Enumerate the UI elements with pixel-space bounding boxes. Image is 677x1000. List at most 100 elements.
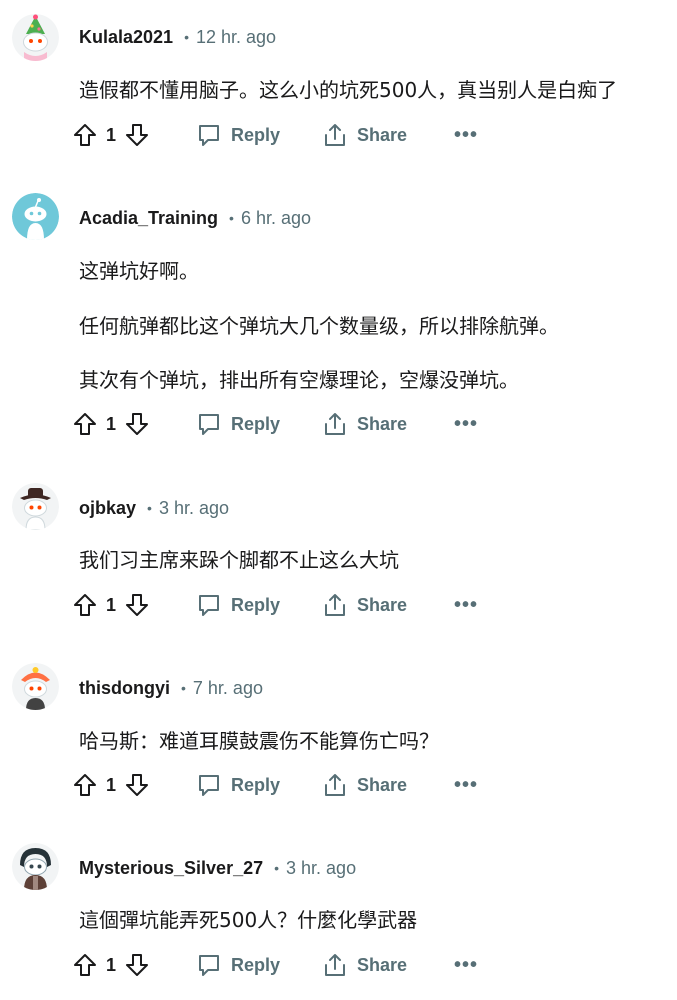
more-options-button[interactable]: ••• (453, 774, 479, 796)
reply-label: Reply (231, 594, 281, 615)
vote-score: 1 (105, 774, 116, 795)
comment-header: Kulala2021 • 12 hr. ago (79, 25, 276, 49)
timestamp[interactable]: 7 hr. ago (193, 678, 263, 699)
upvote-button[interactable] (70, 409, 100, 439)
comment-actions: 1 Reply Share ••• (70, 118, 479, 152)
avatar[interactable] (12, 663, 59, 710)
downvote-button[interactable] (122, 770, 152, 800)
snoo-avatar-icon (12, 193, 59, 240)
share-label: Share (357, 413, 408, 434)
more-options-button[interactable]: ••• (453, 954, 479, 976)
speech-bubble-icon (199, 955, 219, 976)
username[interactable]: Kulala2021 (79, 27, 173, 48)
snoo-avatar-icon (12, 663, 59, 710)
ellipsis-icon: ••• (454, 954, 479, 976)
share-label: Share (357, 124, 408, 145)
ellipsis-icon: ••• (454, 774, 479, 796)
reply-label: Reply (231, 954, 281, 975)
avatar[interactable] (12, 843, 59, 890)
comment-actions: 1 Reply Share ••• (70, 768, 479, 802)
username[interactable]: thisdongyi (79, 678, 170, 699)
comment-text: 这弹坑好啊。 (79, 259, 199, 283)
comment-header: ojbkay • 3 hr. ago (79, 496, 229, 520)
vote-score: 1 (105, 124, 116, 145)
speech-bubble-icon (199, 414, 219, 435)
snoo-avatar-icon (12, 843, 59, 890)
arrow-down-icon (126, 124, 148, 146)
reply-button[interactable]: Reply (196, 122, 280, 148)
share-button[interactable]: Share (322, 952, 407, 978)
more-options-button[interactable]: ••• (453, 413, 479, 435)
timestamp[interactable]: 3 hr. ago (286, 858, 356, 879)
reply-button[interactable]: Reply (196, 952, 280, 978)
comment-text: 造假都不懂用脑子。这么小的坑死500人，真当别人是白痴了 (79, 78, 618, 102)
separator-dot: • (274, 860, 280, 876)
share-button[interactable]: Share (322, 592, 407, 618)
separator-dot: • (181, 680, 186, 696)
comment-actions: 1 Reply Share ••• (70, 407, 479, 441)
reply-button[interactable]: Reply (196, 592, 280, 618)
separator-dot: • (184, 29, 189, 45)
vote-score: 1 (105, 594, 116, 615)
share-icon (325, 954, 346, 976)
comment-text: 哈马斯：难道耳膜鼓震伤不能算伤亡吗？ (79, 729, 439, 753)
arrow-down-icon (126, 774, 148, 796)
comment-actions: 1 Reply Share ••• (70, 948, 479, 982)
upvote-button[interactable] (70, 120, 100, 150)
vote-score: 1 (105, 413, 116, 434)
arrow-up-icon (74, 954, 96, 976)
avatar[interactable] (12, 483, 59, 530)
arrow-down-icon (126, 413, 148, 435)
reply-label: Reply (231, 774, 281, 795)
avatar[interactable] (12, 193, 59, 240)
ellipsis-icon: ••• (454, 124, 479, 146)
reply-button[interactable]: Reply (196, 411, 280, 437)
arrow-up-icon (74, 124, 96, 146)
username[interactable]: Acadia_Training (79, 208, 218, 229)
timestamp[interactable]: 12 hr. ago (196, 27, 276, 48)
share-label: Share (357, 774, 408, 795)
upvote-button[interactable] (70, 590, 100, 620)
share-label: Share (357, 954, 408, 975)
share-button[interactable]: Share (322, 411, 407, 437)
timestamp[interactable]: 6 hr. ago (241, 208, 311, 229)
comment-header: Mysterious_Silver_27 • 3 hr. ago (79, 856, 356, 880)
speech-bubble-icon (199, 775, 219, 796)
more-options-button[interactable]: ••• (453, 594, 479, 616)
downvote-button[interactable] (122, 409, 152, 439)
separator-dot: • (147, 500, 152, 516)
comment-text: 其次有个弹坑，排出所有空爆理论，空爆没弹坑。 (79, 368, 519, 392)
arrow-up-icon (74, 774, 96, 796)
comment-text: 這個彈坑能弄死500人？什麼化學武器 (79, 908, 418, 932)
downvote-button[interactable] (122, 950, 152, 980)
arrow-up-icon (74, 413, 96, 435)
downvote-button[interactable] (122, 590, 152, 620)
arrow-down-icon (126, 594, 148, 616)
more-options-button[interactable]: ••• (453, 124, 479, 146)
share-button[interactable]: Share (322, 122, 407, 148)
reply-label: Reply (231, 413, 281, 434)
share-button[interactable]: Share (322, 772, 407, 798)
reply-button[interactable]: Reply (196, 772, 280, 798)
share-icon (325, 774, 346, 796)
separator-dot: • (229, 210, 234, 226)
comment-text: 我们习主席来跺个脚都不止这么大坑 (79, 548, 399, 572)
snoo-avatar-icon (12, 14, 59, 61)
upvote-button[interactable] (70, 770, 100, 800)
downvote-button[interactable] (122, 120, 152, 150)
upvote-button[interactable] (70, 950, 100, 980)
vote-score: 1 (105, 954, 116, 975)
avatar[interactable] (12, 14, 59, 61)
arrow-up-icon (74, 594, 96, 616)
ellipsis-icon: ••• (454, 594, 479, 616)
comment-header: Acadia_Training • 6 hr. ago (79, 206, 311, 230)
arrow-down-icon (126, 954, 148, 976)
ellipsis-icon: ••• (454, 413, 479, 435)
speech-bubble-icon (199, 125, 219, 146)
speech-bubble-icon (199, 595, 219, 616)
timestamp[interactable]: 3 hr. ago (159, 498, 229, 519)
share-icon (325, 124, 346, 146)
username[interactable]: Mysterious_Silver_27 (79, 858, 263, 879)
username[interactable]: ojbkay (79, 498, 136, 519)
comment-text: 任何航弹都比这个弹坑大几个数量级，所以排除航弹。 (79, 314, 559, 338)
